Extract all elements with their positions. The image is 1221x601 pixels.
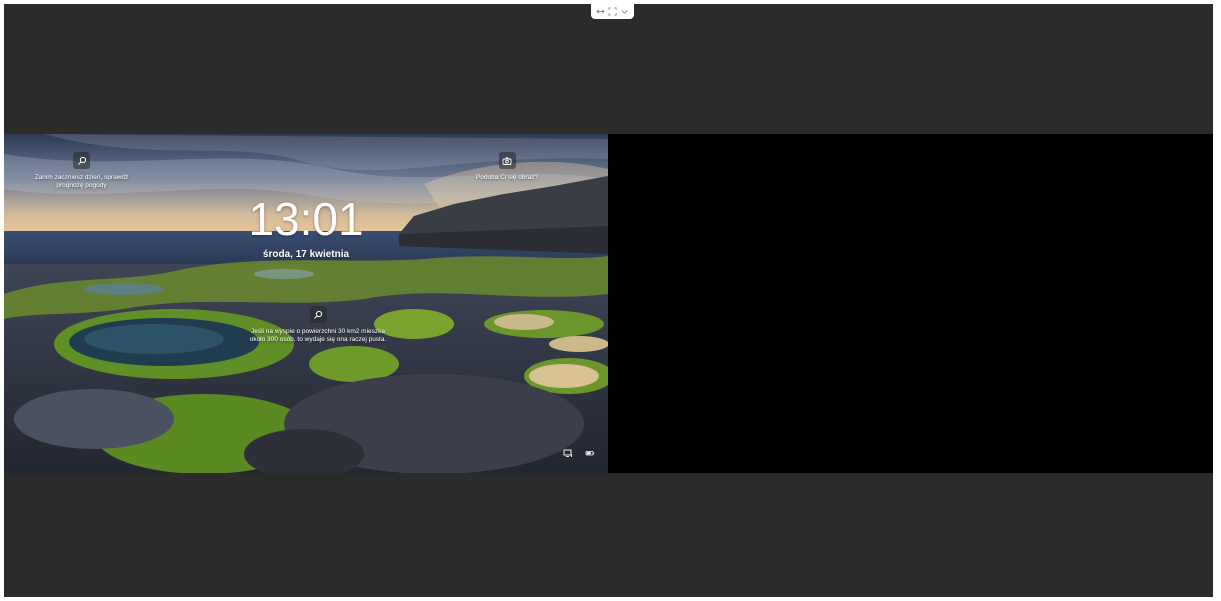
screen-frame: Zanim zaczniesz dzień, sprawdź prognozę … [4, 134, 1213, 473]
display-icon[interactable] [562, 447, 574, 459]
fullscreen-icon[interactable] [607, 7, 617, 17]
lock-screen[interactable]: Zanim zaczniesz dzień, sprawdź prognozę … [4, 134, 608, 473]
resize-horizontal-icon[interactable] [595, 7, 605, 17]
weather-widget[interactable]: Zanim zaczniesz dzień, sprawdź prognozę … [24, 152, 139, 190]
image-feedback-widget[interactable]: Podoba Ci się obraz? [447, 152, 567, 182]
search-icon [73, 152, 90, 169]
search-icon [309, 306, 327, 323]
chevron-down-icon[interactable] [620, 7, 630, 17]
image-feedback-text: Podoba Ci się obraz? [475, 174, 539, 181]
lock-date: środa, 17 kwietnia [262, 249, 350, 260]
secondary-display [608, 134, 1213, 473]
camera-icon [498, 152, 516, 169]
fact-widget-text: Jeśli na wyspie o powierzchni 30 km2 mie… [249, 328, 387, 343]
viewer-toolbar [591, 4, 634, 19]
battery-icon[interactable] [584, 447, 596, 459]
lock-time: 13:01 [248, 193, 364, 245]
fact-widget[interactable]: Jeśli na wyspie o powierzchni 30 km2 mie… [248, 306, 388, 344]
weather-widget-text: Zanim zaczniesz dzień, sprawdź prognozę … [34, 174, 129, 189]
